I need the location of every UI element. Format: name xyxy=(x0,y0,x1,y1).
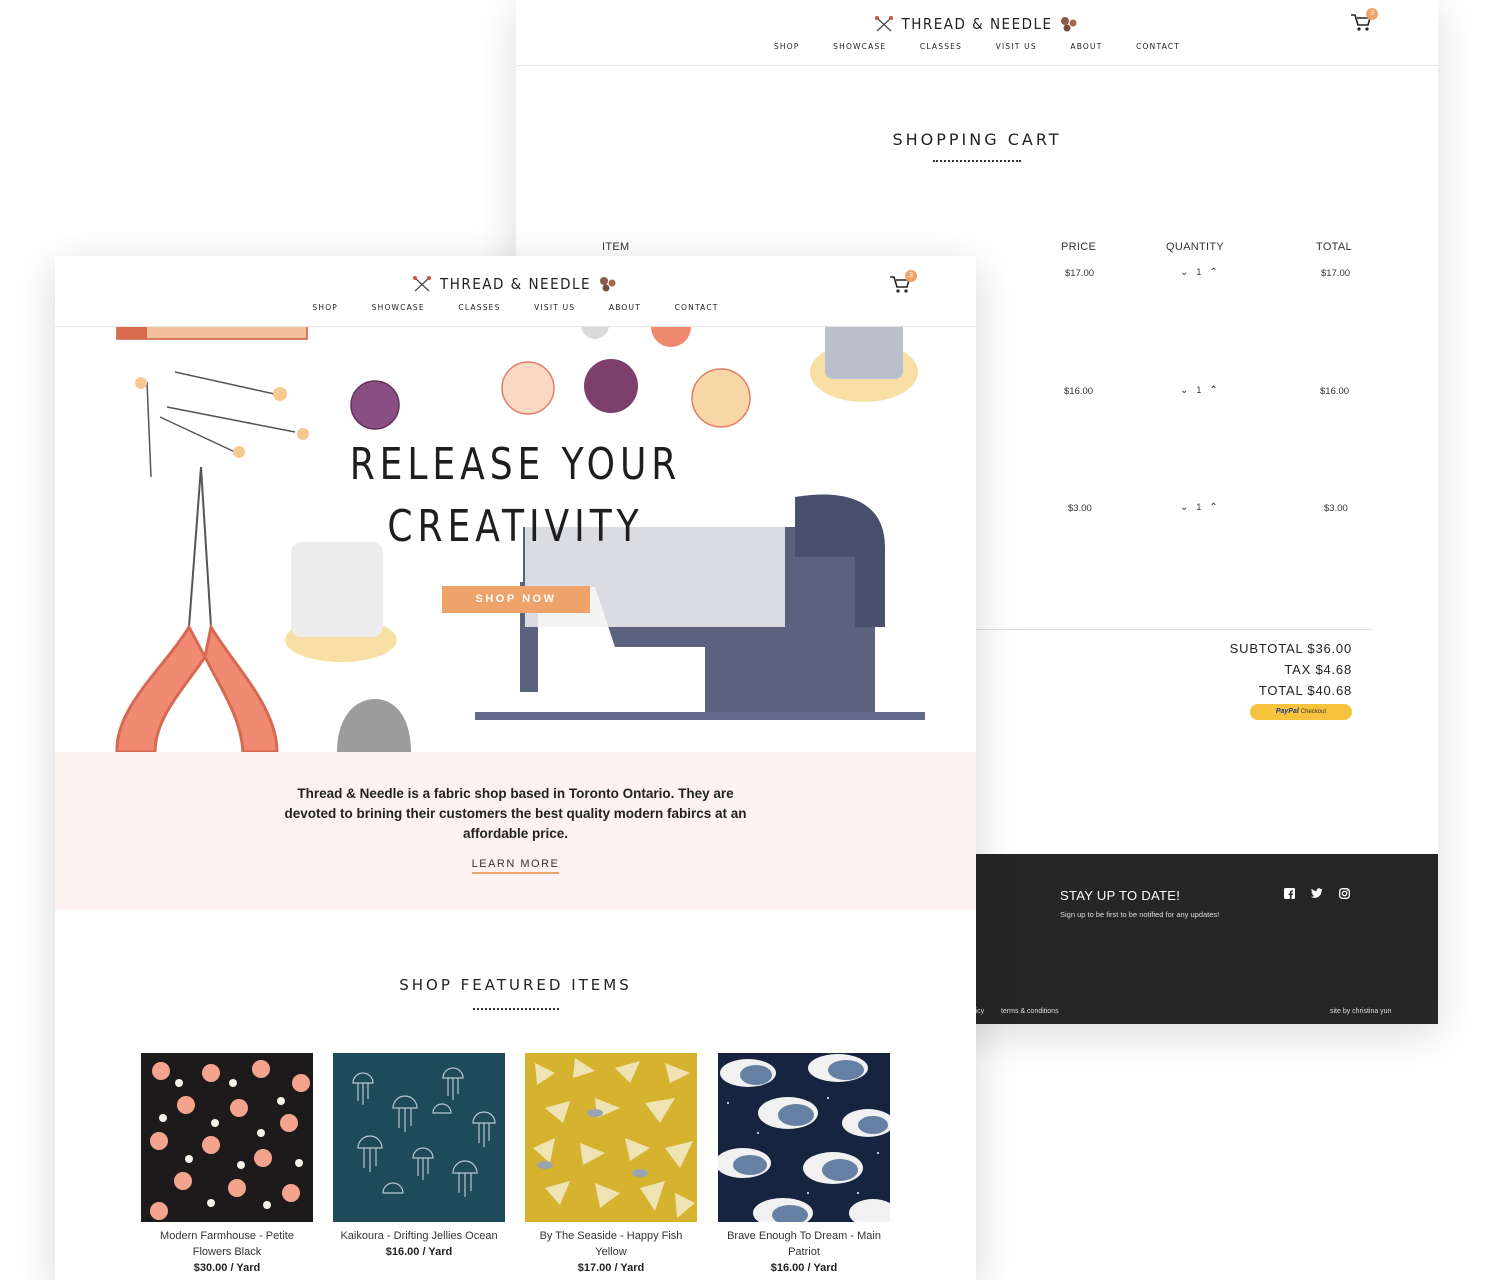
product-name[interactable]: Modern Farmhouse - Petite Flowers Black xyxy=(141,1228,313,1260)
row-price: $3.00 xyxy=(1068,503,1092,514)
col-total: TOTAL xyxy=(1316,241,1352,253)
row-price: $16.00 xyxy=(1064,386,1094,397)
product-name[interactable]: Kaikoura - Drifting Jellies Ocean xyxy=(333,1228,505,1244)
social-links xyxy=(1284,886,1362,904)
logo-text: THREAD & NEEDLE xyxy=(439,274,592,293)
cart-count-badge: 3 xyxy=(1366,8,1378,20)
tax: TAX $4.68 xyxy=(1284,662,1352,677)
nav-classes[interactable]: CLASSES xyxy=(920,42,962,51)
cart-header: THREAD & NEEDLE SHOP SHOWCASE CLASSES VI… xyxy=(516,0,1438,66)
cart-button[interactable]: 3 xyxy=(889,270,917,296)
logo-text: THREAD & NEEDLE xyxy=(901,14,1053,33)
product-price: $16.00 / Yard xyxy=(770,1262,838,1274)
paypal-checkout-label: Checkout xyxy=(1300,709,1327,715)
site-credit[interactable]: site by christina yun xyxy=(1330,1008,1391,1015)
increase-icon[interactable]: ⌃ xyxy=(1209,502,1217,513)
quantity-stepper: ⌄ 1 ⌃ xyxy=(1172,502,1226,513)
facebook-icon[interactable] xyxy=(1284,886,1295,899)
newsletter-title: STAY UP TO DATE! xyxy=(1060,888,1181,903)
col-item: ITEM xyxy=(602,241,630,253)
product-image[interactable] xyxy=(333,1053,505,1222)
row-price: $17.00 xyxy=(1065,268,1095,279)
decrease-icon[interactable]: ⌄ xyxy=(1180,502,1188,513)
featured-title: SHOP FEATURED ITEMS xyxy=(399,976,632,994)
product-card[interactable]: Modern Farmhouse - Petite Flowers Black … xyxy=(141,1053,313,1276)
product-price: $17.00 / Yard xyxy=(577,1262,645,1274)
newsletter-subtitle: Sign up to be first to be notified for a… xyxy=(1060,910,1220,919)
about-text: Thread & Needle is a fabric shop based i… xyxy=(284,786,747,841)
col-quantity: QUANTITY xyxy=(1166,241,1225,253)
about-section: Thread & Needle is a fabric shop based i… xyxy=(55,752,976,910)
product-price: $16.00 / Yard xyxy=(385,1246,453,1258)
twitter-icon[interactable] xyxy=(1311,886,1323,898)
decrease-icon[interactable]: ⌄ xyxy=(1180,267,1188,278)
instagram-icon[interactable] xyxy=(1338,886,1350,899)
nav-visit-us[interactable]: VISIT US xyxy=(534,303,575,312)
logo[interactable]: THREAD & NEEDLE xyxy=(55,274,976,293)
nav-about[interactable]: ABOUT xyxy=(609,303,641,312)
nav-classes[interactable]: CLASSES xyxy=(458,303,500,312)
buttons-icon xyxy=(1061,16,1077,31)
nav-shop[interactable]: SHOP xyxy=(774,42,800,51)
featured-divider xyxy=(472,1008,559,1010)
product-card[interactable]: Brave Enough To Dream - Main Patriot $16… xyxy=(718,1053,890,1276)
nav-showcase[interactable]: SHOWCASE xyxy=(372,303,425,312)
cart-button[interactable]: 3 xyxy=(1350,8,1378,34)
nav-visit-us[interactable]: VISIT US xyxy=(996,42,1037,51)
logo[interactable]: THREAD & NEEDLE xyxy=(516,14,1438,33)
hero: RELEASE YOUR CREATIVITY SHOP NOW xyxy=(55,327,976,752)
needles-icon xyxy=(413,275,432,291)
row-total: $3.00 xyxy=(1324,503,1348,514)
learn-more-link[interactable]: LEARN MORE xyxy=(55,858,976,874)
paypal-checkout-button[interactable]: PayPal Checkout xyxy=(1250,704,1352,720)
hero-title-line2: CREATIVITY xyxy=(387,501,644,552)
hero-title-line1: RELEASE YOUR xyxy=(349,439,682,490)
nav-about[interactable]: ABOUT xyxy=(1070,42,1102,51)
qty-value[interactable]: 1 xyxy=(1196,502,1201,512)
product-name[interactable]: Brave Enough To Dream - Main Patriot xyxy=(718,1228,890,1260)
order-total: TOTAL $40.68 xyxy=(1258,683,1352,698)
quantity-stepper: ⌄ 1 ⌃ xyxy=(1172,385,1226,396)
nav-contact[interactable]: CONTACT xyxy=(1136,42,1180,51)
col-price: PRICE xyxy=(1061,241,1097,253)
home-header: THREAD & NEEDLE SHOP SHOWCASE CLASSES VI… xyxy=(55,256,976,327)
product-name[interactable]: By The Seaside - Happy Fish Yellow xyxy=(525,1228,697,1260)
subtotal: SUBTOTAL $36.00 xyxy=(1229,641,1352,656)
product-price: $30.00 / Yard xyxy=(193,1262,261,1274)
product-image[interactable] xyxy=(141,1053,313,1222)
paypal-logo: PayPal xyxy=(1275,708,1299,715)
product-card[interactable]: Kaikoura - Drifting Jellies Ocean $16.00… xyxy=(333,1053,505,1260)
product-image[interactable] xyxy=(718,1053,890,1222)
page-title: SHOPPING CART xyxy=(892,130,1062,149)
quantity-stepper: ⌄ 1 ⌃ xyxy=(1172,267,1226,278)
product-image[interactable] xyxy=(525,1053,697,1222)
main-nav: SHOP SHOWCASE CLASSES VISIT US ABOUT CON… xyxy=(55,303,976,312)
home-page: THREAD & NEEDLE SHOP SHOWCASE CLASSES VI… xyxy=(55,256,976,1280)
decrease-icon[interactable]: ⌄ xyxy=(1180,385,1188,396)
needles-icon xyxy=(874,15,893,31)
row-total: $16.00 xyxy=(1320,386,1350,397)
main-nav: SHOP SHOWCASE CLASSES VISIT US ABOUT CON… xyxy=(516,42,1438,51)
nav-contact[interactable]: CONTACT xyxy=(675,303,719,312)
buttons-icon xyxy=(599,276,616,291)
product-card[interactable]: By The Seaside - Happy Fish Yellow $17.0… xyxy=(525,1053,697,1276)
nav-showcase[interactable]: SHOWCASE xyxy=(833,42,886,51)
shop-now-button[interactable]: SHOP NOW xyxy=(442,586,590,613)
cart-count-badge: 3 xyxy=(905,270,917,282)
nav-shop[interactable]: SHOP xyxy=(312,303,338,312)
terms-link[interactable]: terms & conditions xyxy=(1001,1008,1059,1015)
increase-icon[interactable]: ⌃ xyxy=(1209,267,1217,278)
increase-icon[interactable]: ⌃ xyxy=(1209,385,1217,396)
qty-value[interactable]: 1 xyxy=(1196,267,1201,277)
learn-more-label: LEARN MORE xyxy=(471,858,560,874)
qty-value[interactable]: 1 xyxy=(1196,385,1201,395)
title-divider xyxy=(933,160,1021,162)
row-total: $17.00 xyxy=(1321,268,1351,279)
